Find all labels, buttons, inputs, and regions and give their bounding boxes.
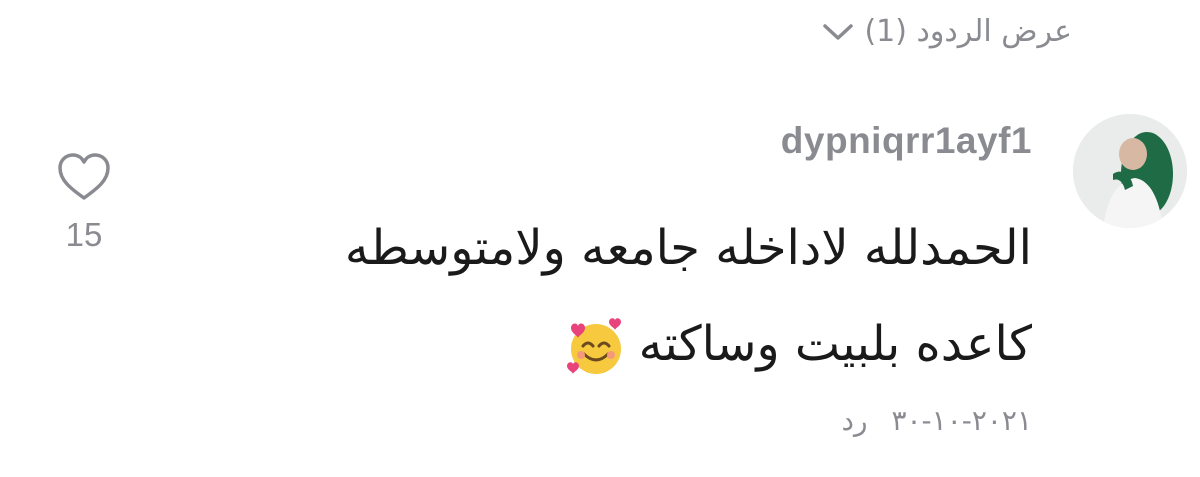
avatar-image — [1073, 114, 1187, 228]
view-replies-button[interactable]: عرض الردود (1) — [822, 14, 1072, 49]
comment-line-2-row: كاعده بلبيت وساكته — [212, 296, 1032, 392]
heart-outline-icon — [58, 153, 110, 200]
comment-line-2: كاعده بلبيت وساكته — [638, 316, 1032, 372]
comment-meta: ٢٠٢١-١٠-٣٠ رد — [841, 404, 1032, 437]
avatar[interactable] — [1073, 114, 1187, 228]
reply-button[interactable]: رد — [841, 404, 867, 437]
chevron-down-icon — [823, 23, 854, 40]
comment-line-1: الحمدلله لاداخله جامعه ولامتوسطه — [344, 220, 1032, 276]
comment-username[interactable]: dypniqrr1ayf1 — [781, 120, 1032, 162]
smiling-face-with-hearts-icon — [566, 318, 621, 374]
view-replies-label: عرض الردود (1) — [864, 14, 1072, 49]
comment-body: الحمدلله لاداخله جامعه ولامتوسطه كاعده ب… — [212, 200, 1032, 392]
like-button[interactable]: 15 — [52, 152, 116, 254]
like-count: 15 — [65, 216, 103, 253]
comment-date: ٢٠٢١-١٠-٣٠ — [891, 404, 1032, 437]
